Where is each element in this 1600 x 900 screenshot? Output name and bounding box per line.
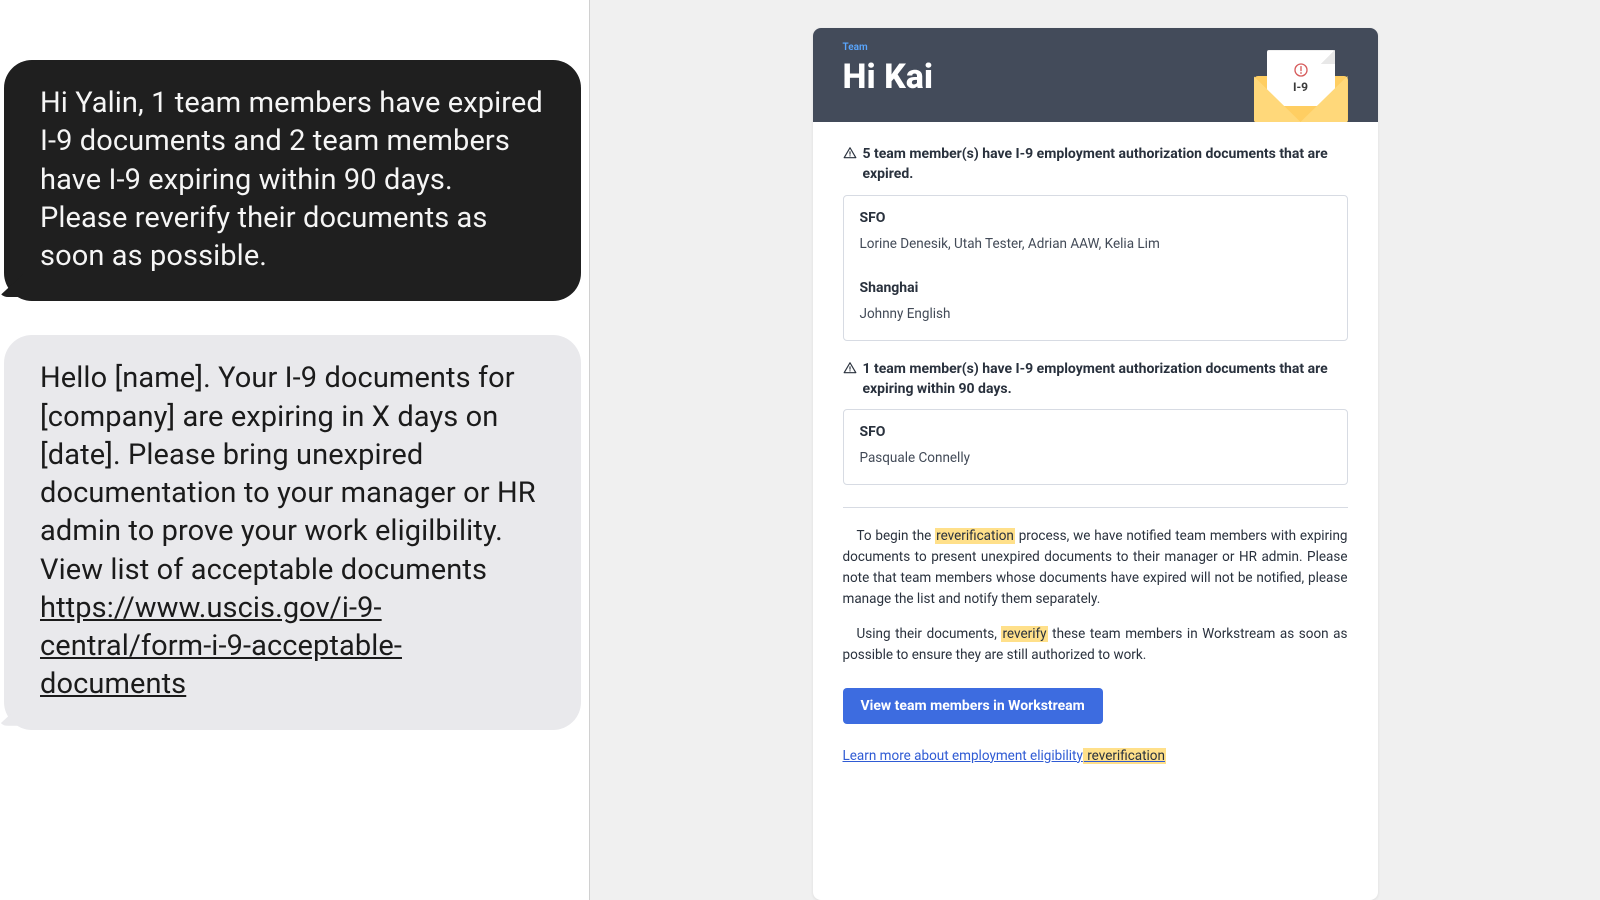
sms-bubble-employee: Hello [name]. Your I-9 documents for [co… [4, 335, 581, 729]
location-name: SFO [860, 210, 1331, 226]
i9-envelope-graphic: I-9 [1254, 50, 1348, 122]
sms-bubble-admin: Hi Yalin, 1 team members have expired I-… [4, 60, 581, 301]
highlight-reverify: reverify [1001, 626, 1047, 642]
sms-employee-text: Hello [name]. Your I-9 documents for [co… [40, 361, 536, 586]
sms-preview-column: Hi Yalin, 1 team members have expired I-… [0, 0, 590, 900]
highlight-reverification-link: reverification [1083, 748, 1166, 764]
location-name: Shanghai [860, 280, 1331, 296]
instructions-para-2: Using their documents, reverify these te… [843, 624, 1348, 666]
sms-admin-text: Hi Yalin, 1 team members have expired I-… [40, 86, 543, 273]
warning-icon [843, 361, 857, 375]
expired-alert-headline: 5 team member(s) have I-9 employment aut… [843, 144, 1348, 185]
alert-circle-icon [1293, 62, 1309, 78]
section-divider [843, 507, 1348, 508]
expiring-locations-box: SFO Pasquale Connelly [843, 409, 1348, 485]
location-members: Pasquale Connelly [860, 450, 1331, 466]
instructions-para-1: To begin the reverification process, we … [843, 526, 1348, 610]
sms-acceptable-docs-link[interactable]: https://www.uscis.gov/i-9-central/form-i… [40, 591, 402, 702]
email-preview-column: Team Hi Kai I-9 5 team member(s) have I-… [590, 0, 1600, 900]
learn-more-link[interactable]: Learn more about employment eligibility … [843, 748, 1166, 764]
highlight-reverification: reverification [935, 528, 1015, 544]
expired-headline-text: 5 team member(s) have I-9 employment aut… [863, 144, 1348, 185]
warning-icon [843, 146, 857, 160]
expiring-headline-text: 1 team member(s) have I-9 employment aut… [863, 359, 1348, 400]
location-members: Johnny English [860, 306, 1331, 322]
envelope-i9-label: I-9 [1293, 80, 1308, 94]
location-name: SFO [860, 424, 1331, 440]
email-card: Team Hi Kai I-9 5 team member(s) have I-… [813, 28, 1378, 900]
email-header: Team Hi Kai I-9 [813, 28, 1378, 122]
expired-locations-box: SFO Lorine Denesik, Utah Tester, Adrian … [843, 195, 1348, 341]
email-body: 5 team member(s) have I-9 employment aut… [813, 122, 1378, 794]
expiring-alert-headline: 1 team member(s) have I-9 employment aut… [843, 359, 1348, 400]
view-team-members-button[interactable]: View team members in Workstream [843, 688, 1103, 724]
location-members: Lorine Denesik, Utah Tester, Adrian AAW,… [860, 236, 1331, 252]
